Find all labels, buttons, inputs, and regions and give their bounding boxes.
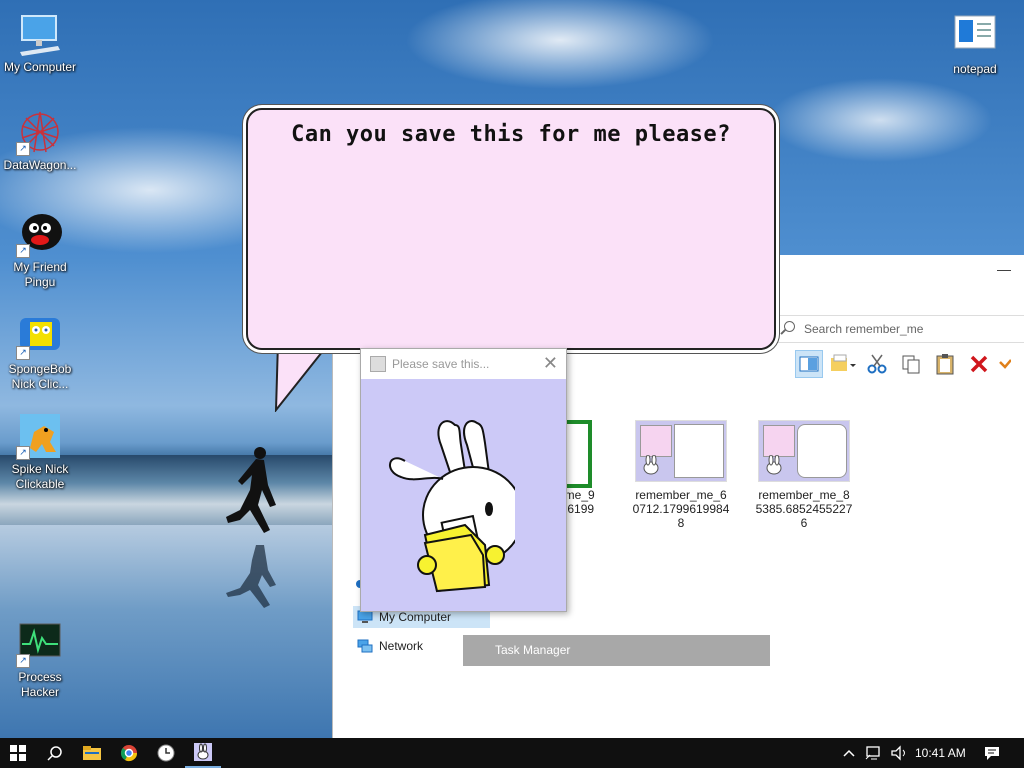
search-input[interactable]: Search remember_me — [768, 315, 1024, 343]
search-placeholder: Search remember_me — [804, 322, 924, 336]
speech-bubble-tail — [274, 342, 332, 412]
notification-icon — [985, 747, 999, 760]
spike-icon: ↗ — [16, 412, 64, 460]
search-icon — [47, 746, 62, 761]
tray-network[interactable] — [860, 738, 888, 768]
computer-icon — [16, 10, 64, 58]
desktop-icon-label: Process Hacker — [18, 670, 62, 699]
pingu-icon: ↗ — [16, 210, 64, 258]
tray-clock[interactable]: 10:41 AM — [915, 738, 966, 768]
explorer-toolbar — [795, 350, 1011, 380]
action-center-button[interactable] — [975, 738, 1009, 768]
search-icon — [784, 321, 795, 332]
delete-button[interactable] — [965, 350, 993, 378]
desktop-icon-spike[interactable]: ↗ Spike Nick Clickable — [0, 412, 80, 492]
desktop-icon-label: notepad — [953, 62, 997, 76]
nav-item-label: My Computer — [379, 610, 452, 624]
please-save-dialog: Please save this... ✕ — [360, 348, 567, 612]
file-thumbnail — [758, 420, 850, 482]
copy-button[interactable] — [897, 350, 925, 378]
shortcut-arrow-icon: ↗ — [16, 142, 30, 156]
preview-pane-icon — [799, 356, 819, 372]
chevron-up-icon — [843, 749, 855, 757]
taskbar-file-explorer[interactable] — [74, 738, 110, 768]
dialog-titlebar[interactable]: Please save this... — [361, 349, 566, 379]
bunny-icon — [643, 455, 659, 475]
taskbar: 10:41 AM — [0, 738, 1024, 768]
start-button[interactable] — [0, 738, 36, 768]
speech-bubble-text: Can you save this for me please? — [291, 122, 731, 147]
network-icon — [357, 639, 373, 653]
desktop-icon-label: SpongeBob Nick Clic... — [8, 362, 72, 391]
file-name: remember_me_8 5385.6852455227 6 — [755, 488, 853, 530]
shortcut-arrow-icon: ↗ — [16, 446, 30, 460]
chrome-icon — [120, 745, 138, 762]
datawagon-icon: ↗ — [16, 108, 64, 156]
taskbar-clock-app[interactable] — [148, 738, 184, 768]
notepad-icon — [951, 12, 999, 60]
file-thumbnail — [635, 420, 727, 482]
spongebob-icon: ↗ — [16, 312, 64, 360]
shortcut-arrow-icon: ↗ — [16, 654, 30, 668]
file-item[interactable]: remember_me_8 5385.6852455227 6 — [754, 420, 854, 530]
shortcut-arrow-icon: ↗ — [16, 346, 30, 360]
bunny-with-folder-illustration — [389, 420, 515, 593]
desktop-icon-process-hacker[interactable]: ↗ Process Hacker — [0, 620, 80, 700]
bunny-icon — [766, 455, 782, 475]
file-item[interactable]: remember_me_6 0712.1799619984 8 — [631, 420, 731, 530]
clipboard-icon — [936, 354, 954, 375]
desktop-icon-label: Spike Nick Clickable — [11, 462, 69, 491]
search-button[interactable] — [37, 738, 73, 768]
scissors-icon — [867, 354, 887, 374]
nav-item-network[interactable]: Network — [357, 639, 423, 653]
folder-icon — [83, 746, 101, 760]
paste-button[interactable] — [931, 350, 959, 378]
desktop-icon-my-computer[interactable]: My Computer — [0, 10, 80, 75]
desktop-icon-notepad[interactable]: notepad — [935, 12, 1015, 77]
check-icon — [999, 359, 1011, 369]
dialog-title: Please save this... — [392, 357, 490, 371]
view-options-button[interactable] — [829, 350, 857, 378]
file-name: remember_me_6 0712.1799619984 8 — [632, 488, 730, 530]
computer-icon — [357, 610, 373, 623]
bunny-app-icon — [194, 743, 212, 761]
tray-volume[interactable] — [886, 738, 912, 768]
desktop-icon-datawagon[interactable]: ↗ DataWagon... — [0, 108, 80, 173]
rename-button[interactable] — [999, 350, 1011, 378]
desktop-icon-pingu[interactable]: ↗ My Friend Pingu — [0, 210, 80, 290]
desktop-icon-label: My Computer — [3, 60, 77, 74]
folder-view-icon — [831, 354, 856, 371]
delete-x-icon — [970, 355, 988, 373]
preview-pane-button[interactable] — [795, 350, 823, 378]
cut-button[interactable] — [863, 350, 891, 378]
copy-icon — [902, 355, 920, 374]
runner-silhouette — [226, 447, 276, 608]
taskbar-bunny-app[interactable] — [185, 738, 221, 768]
desktop-icon-label: My Friend Pingu — [13, 260, 67, 289]
process-hacker-icon: ↗ — [16, 620, 64, 668]
desktop-icon-label: DataWagon... — [3, 158, 77, 172]
shortcut-arrow-icon: ↗ — [16, 244, 30, 258]
network-tray-icon — [865, 746, 880, 760]
nav-item-label: Network — [379, 639, 424, 653]
speech-bubble: Can you save this for me please? — [246, 108, 776, 350]
close-button[interactable]: ✕ — [543, 354, 558, 372]
windows-logo-icon — [10, 745, 26, 761]
task-manager-item[interactable]: Task Manager — [463, 635, 770, 666]
taskbar-chrome[interactable] — [111, 738, 147, 768]
minimize-button[interactable]: — — [997, 261, 1011, 277]
bunny-app-icon — [370, 356, 386, 372]
desktop-icon-spongebob[interactable]: ↗ SpongeBob Nick Clic... — [0, 312, 80, 392]
speaker-icon — [891, 745, 905, 761]
clock-icon — [157, 744, 175, 762]
